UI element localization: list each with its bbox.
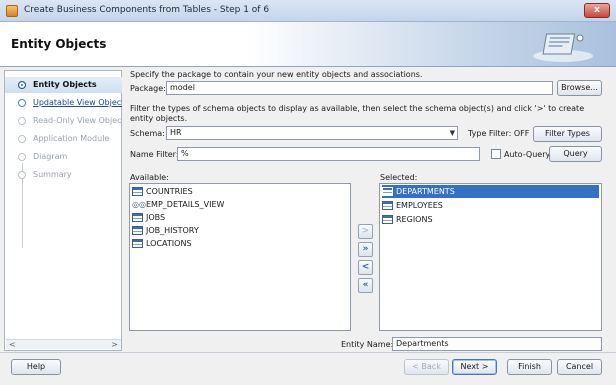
table-icon	[382, 201, 393, 210]
selected-label: Selected:	[380, 173, 418, 182]
table-icon	[382, 215, 393, 224]
list-item[interactable]: COUNTRIES	[132, 185, 348, 198]
step-icon	[18, 99, 26, 107]
table-icon	[132, 226, 143, 235]
nav-step-diagram: Diagram	[5, 149, 122, 165]
add-all-button[interactable]: »	[358, 242, 373, 257]
list-item[interactable]: ◎◎ EMP_DETAILS_VIEW	[132, 198, 348, 211]
nav-step-label: Read-Only View Objects	[33, 116, 122, 125]
nav-step-label: Updatable View Objects	[33, 98, 122, 107]
remove-all-button[interactable]: «	[358, 278, 373, 293]
list-item-label: DEPARTMENTS	[396, 187, 455, 196]
type-filter-status: Type Filter: OFF	[468, 129, 530, 138]
add-button[interactable]: >	[358, 224, 373, 239]
list-item[interactable]: EMPLOYEES	[382, 199, 599, 212]
nav-horizontal-scrollbar[interactable]: < >	[6, 339, 121, 349]
nav-step-application-module: Application Module	[5, 131, 122, 147]
remove-button[interactable]: <	[358, 260, 373, 275]
close-button[interactable]: x	[584, 3, 610, 18]
package-label: Package:	[130, 84, 166, 93]
app-icon	[6, 5, 18, 17]
list-item[interactable]: DEPARTMENTS	[382, 185, 599, 198]
list-item-label: JOBS	[146, 213, 166, 222]
list-item[interactable]: JOB_HISTORY	[132, 224, 348, 237]
scroll-left-icon[interactable]: <	[9, 340, 16, 349]
footer-divider	[0, 352, 616, 353]
nav-step-read-only-view-objects: Read-Only View Objects	[5, 113, 122, 129]
list-item-label: EMPLOYEES	[396, 201, 443, 210]
title-bar: Create Business Components from Tables -…	[0, 0, 616, 22]
schema-select[interactable]: HR ▼	[166, 126, 458, 140]
list-item-label: EMP_DETAILS_VIEW	[146, 200, 225, 209]
name-filter-label: Name Filter:	[130, 150, 179, 159]
nav-step-updatable-view-objects[interactable]: Updatable View Objects	[5, 95, 122, 111]
help-button[interactable]: Help	[11, 359, 61, 375]
nav-step-label: Entity Objects	[33, 80, 97, 89]
available-label: Available:	[130, 173, 169, 182]
list-item-label: JOB_HISTORY	[146, 226, 199, 235]
table-icon	[132, 213, 143, 222]
list-item[interactable]: JOBS	[132, 211, 348, 224]
table-icon	[132, 187, 143, 196]
package-intro-text: Specify the package to contain your new …	[130, 70, 423, 79]
wizard-step-nav: Entity Objects Updatable View Objects Re…	[4, 70, 122, 351]
schema-value: HR	[170, 128, 182, 137]
step-active-icon	[18, 81, 26, 89]
list-item-label: LOCATIONS	[146, 239, 192, 248]
step-icon	[18, 135, 26, 143]
nav-step-entity-objects[interactable]: Entity Objects	[5, 77, 122, 93]
page-title: Entity Objects	[11, 37, 107, 51]
entity-name-input[interactable]: Departments	[392, 337, 602, 351]
table-icon	[132, 239, 143, 248]
page-header: Entity Objects	[0, 22, 616, 67]
entity-name-label: Entity Name:	[341, 340, 394, 349]
auto-query-label: Auto-Query	[504, 150, 551, 159]
schema-label: Schema:	[130, 129, 165, 138]
nav-step-summary: Summary	[5, 167, 122, 183]
auto-query-checkbox[interactable]	[491, 149, 501, 159]
wizard-graphic-icon	[533, 33, 593, 62]
nav-step-label: Diagram	[33, 152, 68, 161]
package-input[interactable]: model	[166, 81, 553, 95]
browse-button[interactable]: Browse...	[557, 80, 602, 96]
step-icon	[18, 171, 26, 179]
available-list[interactable]: COUNTRIES ◎◎ EMP_DETAILS_VIEW JOBS JOB_H…	[129, 183, 351, 331]
list-item[interactable]: LOCATIONS	[132, 237, 348, 250]
view-icon: ◎◎	[132, 200, 146, 209]
next-button[interactable]: Next >	[452, 359, 497, 375]
nav-step-label: Application Module	[33, 134, 110, 143]
filter-intro-text: Filter the types of schema objects to di…	[130, 104, 585, 123]
selected-list[interactable]: DEPARTMENTS EMPLOYEES REGIONS	[379, 183, 602, 331]
filter-types-button[interactable]: Filter Types	[533, 126, 602, 142]
scroll-right-icon[interactable]: >	[111, 340, 118, 349]
query-button[interactable]: Query	[549, 146, 602, 162]
list-item[interactable]: REGIONS	[382, 213, 599, 226]
back-button[interactable]: < Back	[404, 359, 449, 375]
table-icon	[382, 187, 393, 196]
name-filter-input[interactable]: %	[177, 147, 480, 161]
list-item-label: REGIONS	[396, 215, 433, 224]
chevron-down-icon: ▼	[449, 129, 455, 137]
step-icon	[18, 153, 26, 161]
step-icon	[18, 117, 26, 125]
window-title: Create Business Components from Tables -…	[24, 5, 270, 15]
finish-button[interactable]: Finish	[507, 359, 552, 375]
nav-step-label: Summary	[33, 170, 72, 179]
cancel-button[interactable]: Cancel	[557, 359, 602, 375]
list-item-label: COUNTRIES	[146, 187, 193, 196]
